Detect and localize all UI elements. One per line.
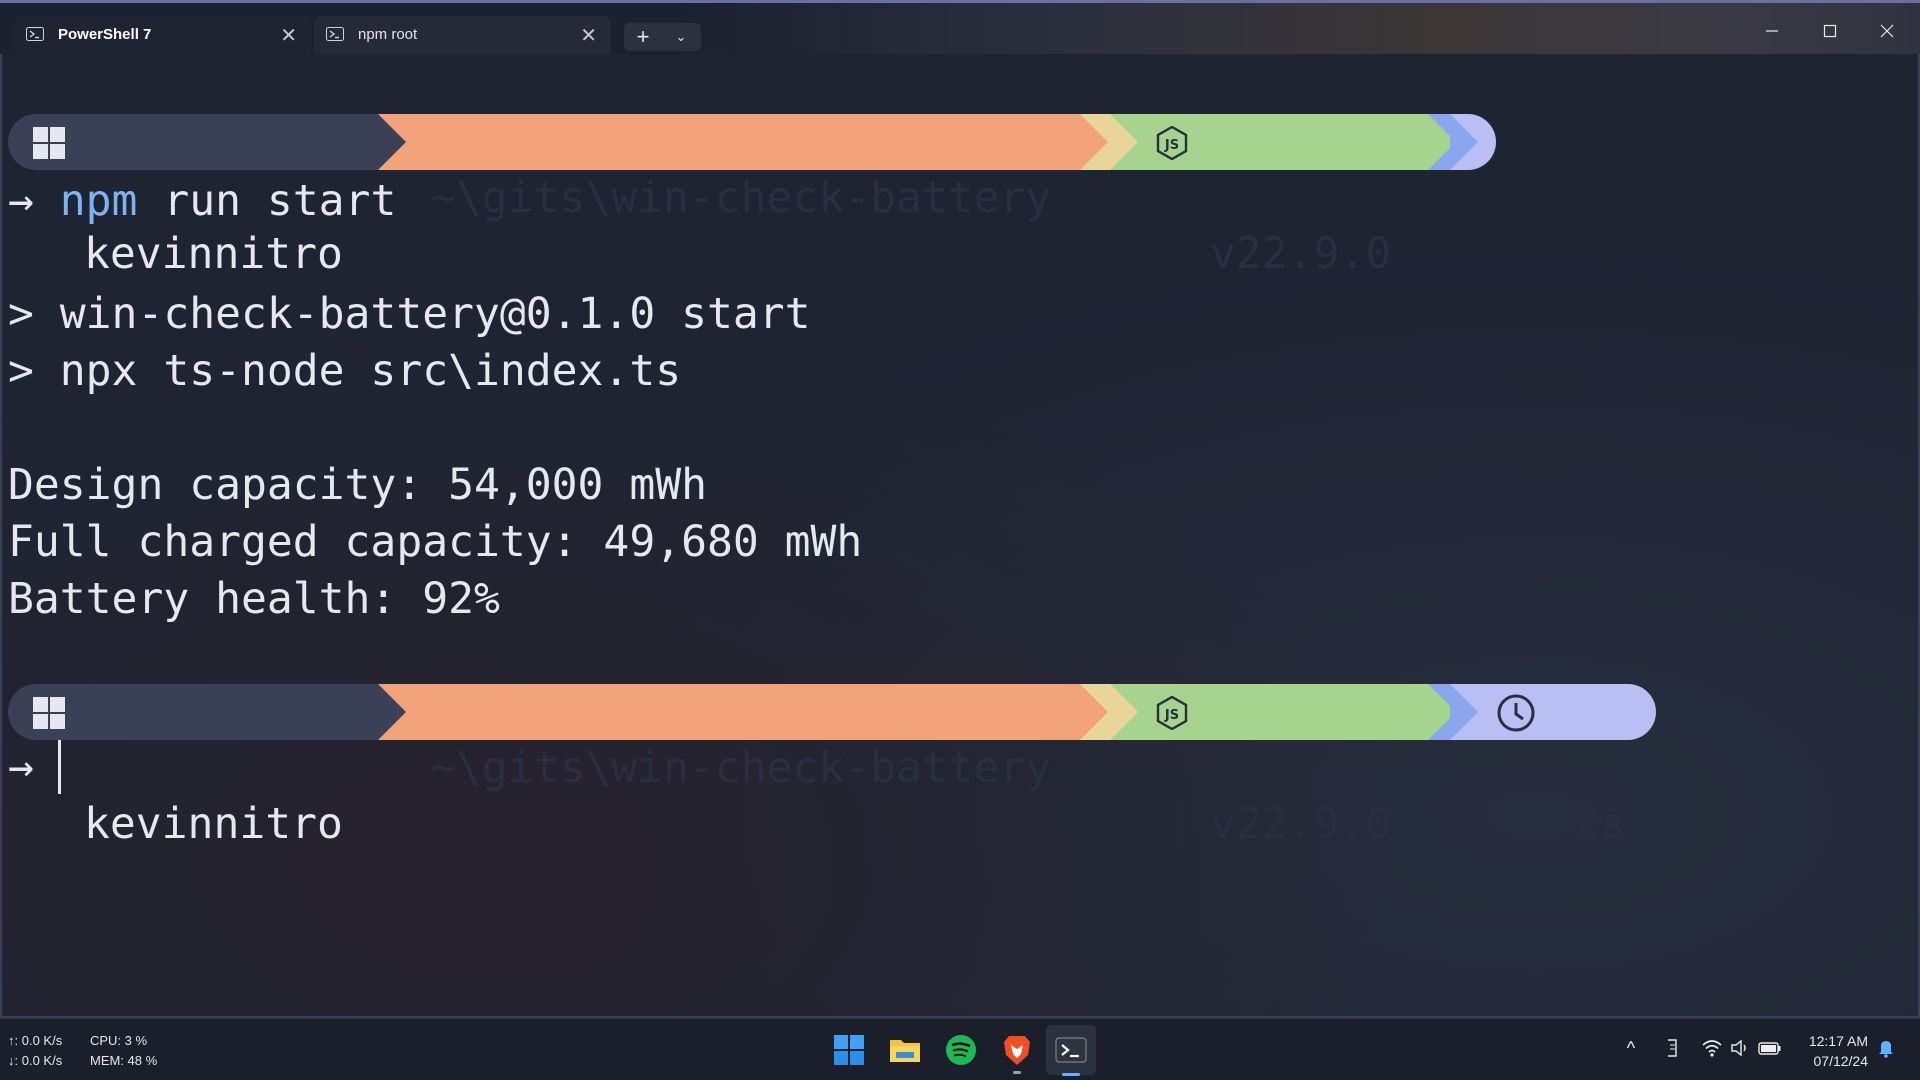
nodejs-icon: JS	[1156, 696, 1188, 730]
terminal-content[interactable]: kevinnitro ~\gits\win-check-battery JS v…	[8, 56, 1908, 1006]
terminal-button[interactable]	[1054, 1033, 1088, 1076]
segment-separator	[1450, 114, 1478, 170]
wifi-icon	[1702, 1040, 1722, 1057]
prompt-path-segment: ~\gits\win-check-battery	[378, 114, 1080, 223]
cpu-usage: CPU: 3 %	[90, 1033, 148, 1048]
title-bar: PowerShell 7 ✕ npm root ✕ + ⌄	[0, 0, 1920, 54]
prompt-username: kevinnitro	[84, 229, 343, 279]
network-stats: ↑: 0.0 K/s ↓: 0.0 K/s	[8, 1031, 62, 1071]
speaker-icon	[1731, 1039, 1746, 1057]
output-line: > npx ts-node src\index.ts	[8, 346, 682, 396]
output-line: > win-check-battery@0.1.0 start	[8, 289, 811, 339]
segment-separator	[1080, 114, 1108, 170]
segment-separator	[378, 684, 406, 740]
segment-separator	[378, 114, 406, 170]
svg-text:JS: JS	[1164, 708, 1179, 723]
close-tab-icon[interactable]: ✕	[280, 23, 297, 48]
command-keyword: npm	[59, 176, 138, 226]
clock-date: 07/12/24	[1813, 1053, 1869, 1069]
output-line: Full charged capacity: 49,680 mWh	[8, 517, 863, 567]
minimize-icon	[1766, 30, 1778, 32]
segment-separator	[1110, 114, 1138, 170]
terminal-icon	[1055, 1037, 1087, 1063]
maximize-button[interactable]	[1801, 15, 1859, 47]
prompt-path-segment: ~\gits\win-check-battery	[378, 684, 1080, 793]
prompt-node-version: v22.9.0	[1210, 799, 1392, 849]
close-window-button[interactable]	[1858, 15, 1916, 47]
prompt-user-segment: kevinnitro	[8, 684, 378, 849]
tab-dropdown-button[interactable]: ⌄	[662, 23, 700, 51]
brave-icon	[1004, 1036, 1030, 1065]
segment-separator	[1110, 684, 1138, 740]
new-tab-button[interactable]: +	[624, 23, 662, 51]
bell-icon	[1879, 1041, 1893, 1058]
spotify-button[interactable]	[944, 1033, 978, 1067]
tab-powershell-7[interactable]: PowerShell 7 ✕	[14, 16, 311, 54]
windows-icon	[33, 697, 65, 729]
battery-charging-icon	[1758, 1042, 1781, 1055]
system-stats: CPU: 3 % MEM: 48 %	[90, 1031, 157, 1071]
prompt-node-segment: JS v22.9.0	[1110, 684, 1428, 849]
notifications-button[interactable]	[1874, 1038, 1898, 1062]
prompt-node-segment: JS v22.9.0	[1110, 114, 1428, 279]
terminal-window: PowerShell 7 ✕ npm root ✕ + ⌄ kevinnitro…	[0, 0, 1920, 1018]
tab-title: PowerShell 7	[58, 26, 152, 43]
spotify-icon	[946, 1035, 976, 1065]
prompt-arrow-icon: →	[8, 176, 34, 226]
command-args: run start	[137, 176, 397, 226]
minimize-button[interactable]	[1743, 15, 1801, 47]
output-line: Design capacity: 54,000 mWh	[8, 460, 707, 510]
folder-icon	[890, 1040, 920, 1062]
clock-time: 12:17 AM	[1808, 1033, 1868, 1049]
prompt-time-segment: 2s	[1450, 684, 1656, 849]
prompt-line: kevinnitro ~\gits\win-check-battery JS v…	[8, 684, 1678, 849]
taskbar: ↑: 0.0 K/s ↓: 0.0 K/s CPU: 3 % MEM: 48 %	[0, 1018, 1920, 1080]
svg-text:JS: JS	[1164, 138, 1179, 153]
network-download: ↓: 0.0 K/s	[8, 1053, 63, 1068]
nodejs-icon: JS	[1156, 126, 1188, 160]
segment-separator	[1080, 684, 1108, 740]
windows-start-icon	[834, 1035, 864, 1065]
clock[interactable]: 12:17 AM 07/12/24	[1809, 1031, 1868, 1071]
tab-npm-root[interactable]: npm root ✕	[314, 16, 611, 54]
prompt-user-segment: kevinnitro	[8, 114, 378, 279]
brave-browser-button[interactable]	[1000, 1033, 1034, 1074]
network-upload: ↑: 0.0 K/s	[8, 1033, 63, 1048]
prompt-path: ~\gits\win-check-battery	[430, 743, 1052, 793]
prompt-username: kevinnitro	[84, 799, 343, 849]
output-line: Battery health: 92%	[8, 574, 500, 624]
wifi-button[interactable]	[1700, 1038, 1724, 1062]
text-cursor	[58, 740, 61, 794]
prompt-duration: 2s	[1574, 799, 1626, 849]
show-hidden-icons-button[interactable]: ^	[1619, 1038, 1643, 1062]
prompt-line: kevinnitro ~\gits\win-check-battery JS v…	[8, 114, 1496, 279]
memory-usage: MEM: 48 %	[90, 1053, 158, 1068]
clock-icon	[1497, 694, 1535, 732]
prompt-arrow-icon: →	[8, 742, 34, 792]
segment-separator	[1450, 684, 1478, 740]
windows-icon	[33, 127, 65, 159]
start-button[interactable]	[832, 1033, 866, 1067]
input-indicator[interactable]	[1660, 1038, 1684, 1062]
powershell-icon	[26, 27, 44, 41]
tab-title: npm root	[358, 26, 418, 43]
maximize-icon	[1823, 24, 1837, 38]
close-icon	[1880, 24, 1894, 38]
battery-button[interactable]	[1758, 1038, 1782, 1062]
input-line: →	[8, 742, 34, 792]
running-indicator	[1013, 1071, 1021, 1074]
active-indicator	[1062, 1073, 1080, 1076]
new-tab-controls: + ⌄	[624, 23, 701, 51]
powershell-icon	[326, 27, 344, 41]
volume-button[interactable]	[1728, 1038, 1752, 1062]
prompt-path: ~\gits\win-check-battery	[430, 173, 1052, 223]
chevron-up-icon: ^	[1626, 1038, 1636, 1058]
command-line: → npm run start	[8, 176, 396, 226]
keyboard-icon	[1668, 1039, 1677, 1057]
prompt-node-version: v22.9.0	[1210, 229, 1392, 279]
file-explorer-button[interactable]	[888, 1033, 922, 1067]
close-tab-icon[interactable]: ✕	[580, 23, 597, 48]
